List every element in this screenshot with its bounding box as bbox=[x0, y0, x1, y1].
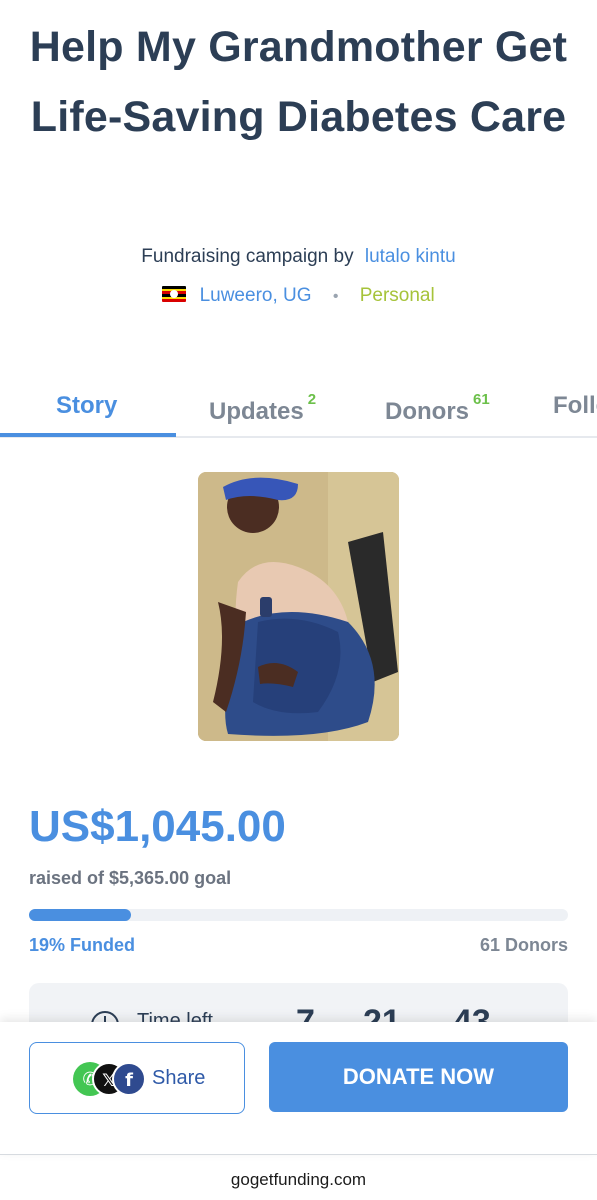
tab-updates-count: 2 bbox=[307, 391, 317, 408]
donors-count[interactable]: 61 Donors bbox=[480, 935, 568, 956]
meta-separator: • bbox=[332, 288, 339, 305]
footer-divider bbox=[0, 1154, 597, 1155]
tab-donors-count: 61 bbox=[473, 391, 490, 408]
campaign-photo[interactable] bbox=[198, 472, 399, 741]
campaign-meta: Luweero, UG • Personal bbox=[0, 285, 597, 307]
progress-bar bbox=[29, 909, 568, 921]
donate-now-button[interactable]: DONATE NOW bbox=[269, 1042, 568, 1112]
author-link[interactable]: lutalo kintu bbox=[365, 246, 456, 267]
tab-followers-label: Follo bbox=[553, 392, 597, 419]
facebook-icon: f bbox=[112, 1062, 146, 1096]
amount-raised: US$1,045.00 bbox=[29, 802, 286, 851]
campaign-title: Help My Grandmother Get Life-Saving Diab… bbox=[29, 23, 568, 141]
location-link[interactable]: Luweero, UG bbox=[200, 285, 312, 306]
byline-prefix: Fundraising campaign by bbox=[141, 246, 354, 267]
campaign-byline: Fundraising campaign by lutalo kintu bbox=[0, 246, 597, 268]
category-link[interactable]: Personal bbox=[360, 285, 435, 306]
goal-text: raised of $5,365.00 goal bbox=[29, 868, 232, 888]
tab-updates[interactable]: Updates 2 bbox=[209, 380, 316, 436]
tab-donors[interactable]: Donors 61 bbox=[385, 380, 490, 436]
uganda-flag-icon bbox=[162, 286, 187, 302]
share-label: Share bbox=[152, 1067, 206, 1089]
funded-percent: 19% Funded bbox=[29, 935, 136, 955]
tab-updates-label: Updates bbox=[209, 398, 304, 425]
tab-donors-label: Donors bbox=[385, 398, 469, 425]
share-button[interactable]: ✆ 𝕏 f Share bbox=[29, 1042, 245, 1114]
tab-followers[interactable]: Follo bbox=[553, 380, 597, 436]
action-bar: ✆ 𝕏 f Share DONATE NOW bbox=[0, 1022, 597, 1154]
tab-story[interactable]: Story bbox=[56, 380, 117, 436]
campaign-tabs: Story Updates2 Donors61 Follo bbox=[0, 380, 597, 438]
tab-story-label: Story bbox=[56, 392, 118, 419]
progress-fill bbox=[29, 909, 132, 921]
active-tab-indicator bbox=[0, 433, 176, 437]
footer-domain[interactable]: gogetfunding.com bbox=[0, 1170, 597, 1190]
